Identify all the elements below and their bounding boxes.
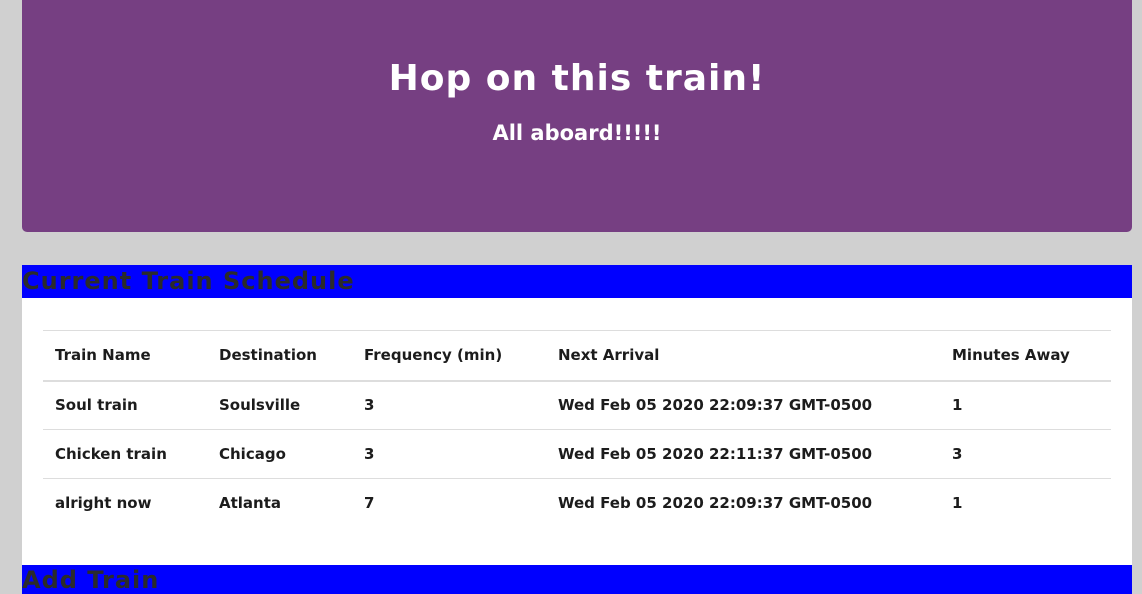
cell-destination: Soulsville xyxy=(219,396,301,415)
table-row: Chicken train Chicago 3 Wed Feb 05 2020 … xyxy=(43,430,1111,479)
cell-frequency: 3 xyxy=(364,445,375,463)
cell-minutes-away: 1 xyxy=(952,494,963,513)
cell-train-name: Chicken train xyxy=(55,445,167,463)
page-subtitle: All aboard!!!!! xyxy=(492,121,662,145)
page-title: Hop on this train! xyxy=(388,58,766,99)
column-header-next-arrival: Next Arrival xyxy=(558,346,660,365)
cell-frequency: 3 xyxy=(364,396,375,415)
column-header-train-name: Train Name xyxy=(55,346,151,365)
table-row: Soul train Soulsville 3 Wed Feb 05 2020 … xyxy=(43,381,1111,430)
cell-next-arrival: Wed Feb 05 2020 22:09:37 GMT-0500 xyxy=(558,494,873,513)
column-header-frequency: Frequency (min) xyxy=(364,346,503,365)
add-train-panel-heading: Add Train xyxy=(22,565,1132,594)
jumbotron-header: Hop on this train! All aboard!!!!! xyxy=(22,0,1132,232)
cell-train-name: Soul train xyxy=(55,396,138,415)
cell-train-name: alright now xyxy=(55,494,152,513)
cell-frequency: 7 xyxy=(364,494,375,513)
table-row: alright now Atlanta 7 Wed Feb 05 2020 22… xyxy=(43,479,1111,528)
column-header-destination: Destination xyxy=(219,346,317,365)
cell-next-arrival: Wed Feb 05 2020 22:09:37 GMT-0500 xyxy=(558,396,873,415)
schedule-panel-heading: Current Train Schedule xyxy=(22,265,1132,298)
cell-minutes-away: 1 xyxy=(952,396,963,415)
cell-next-arrival: Wed Feb 05 2020 22:11:37 GMT-0500 xyxy=(558,445,873,463)
column-header-minutes-away: Minutes Away xyxy=(952,346,1070,365)
cell-destination: Chicago xyxy=(219,445,286,463)
cell-destination: Atlanta xyxy=(219,494,282,513)
schedule-panel: Current Train Schedule Train Name Destin… xyxy=(22,265,1132,565)
cell-minutes-away: 3 xyxy=(952,445,963,463)
table-header-row: Train Name Destination Frequency (min) N… xyxy=(43,330,1111,381)
train-schedule-table: Train Name Destination Frequency (min) N… xyxy=(43,330,1111,528)
